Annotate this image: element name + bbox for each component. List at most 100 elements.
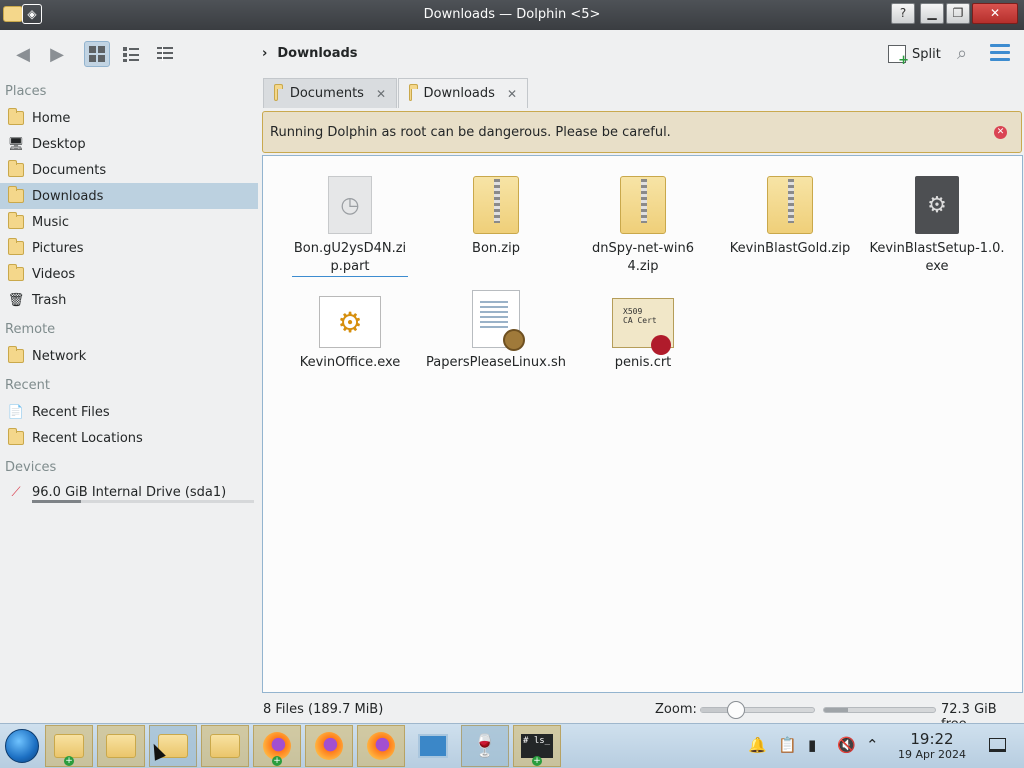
file-item[interactable]: ⚙ KevinBlastSetup-1.0.exe [867, 168, 1007, 276]
volume-muted-icon[interactable]: 🔇 [837, 736, 856, 754]
back-arrow-icon[interactable]: ◀ [10, 41, 36, 67]
sidebar-item-label: Downloads [32, 188, 104, 204]
hamburger-menu-icon[interactable] [990, 44, 1010, 65]
breadcrumb[interactable]: › Downloads [262, 46, 358, 61]
split-button[interactable]: Split [888, 45, 941, 68]
add-icon: + [64, 756, 74, 766]
file-name: PapersPleaseLinux.sh [426, 355, 566, 370]
places-panel: Places Home 🖥 Desktop Documents Download… [0, 78, 260, 700]
close-tab-icon[interactable]: ✕ [376, 87, 386, 101]
tab-downloads[interactable]: Downloads ✕ [398, 78, 528, 108]
free-space-fill [824, 708, 849, 712]
file-item[interactable]: Bon.zip [426, 168, 566, 258]
file-view[interactable]: ◷ Bon.gU2ysD4N.zip.part Bon.zip dnSpy-ne… [262, 155, 1023, 693]
network-icon [6, 346, 26, 365]
clock-time: 19:22 [910, 730, 954, 748]
task-firefox-3[interactable] [357, 725, 405, 767]
trash-icon: 🗑 [7, 292, 25, 308]
sidebar-item-label: Music [32, 214, 69, 230]
chevron-up-icon[interactable]: ⌃ [866, 736, 879, 754]
wine-executable-icon: ⚙ [319, 296, 381, 348]
file-item[interactable]: dnSpy-net-win64.zip [573, 168, 713, 276]
sidebar-item-recent-locations[interactable]: Recent Locations [0, 425, 258, 451]
file-name: KevinOffice.exe [299, 355, 401, 370]
toolbar: ◀ ▶ › Downloads Split ⌕ [0, 30, 1024, 78]
remote-desktop-icon [418, 734, 448, 758]
close-window-button[interactable]: ✕ [972, 3, 1018, 24]
task-folder-4[interactable] [201, 725, 249, 767]
pictures-icon [6, 238, 26, 257]
task-remote-desktop[interactable] [409, 725, 457, 767]
file-name: Bon.gU2ysD4N.zip.part [292, 240, 408, 277]
sidebar-item-videos[interactable]: Videos [0, 261, 258, 287]
close-icon[interactable]: ✕ [994, 126, 1007, 139]
file-name: penis.crt [614, 355, 672, 370]
clock[interactable]: 19:22 19 Apr 2024 [890, 730, 974, 761]
file-name: KevinBlastGold.zip [729, 241, 851, 256]
close-tab-icon[interactable]: ✕ [507, 87, 517, 101]
folder-icon [106, 734, 136, 758]
file-name: KevinBlastSetup-1.0.exe [869, 241, 1005, 274]
file-name: Bon.zip [472, 241, 520, 256]
maximize-button[interactable]: ❐ [946, 3, 970, 24]
sidebar-item-downloads[interactable]: Downloads [0, 183, 258, 209]
task-terminal[interactable]: # ls_ + [513, 725, 561, 767]
zoom-slider[interactable] [700, 701, 815, 719]
sidebar-item-label: Home [32, 110, 71, 126]
sidebar-item-recent-files[interactable]: 📄 Recent Files [0, 399, 258, 425]
file-item[interactable]: KevinBlastGold.zip [720, 168, 860, 258]
sidebar-item-network[interactable]: Network [0, 343, 258, 369]
cert-icon-text: X509 CA Cert [623, 307, 657, 325]
documents-icon [6, 160, 26, 179]
breadcrumb-current[interactable]: Downloads [277, 46, 357, 61]
icons-view-button[interactable] [84, 41, 110, 67]
zoom-slider-handle[interactable] [726, 701, 745, 719]
forward-arrow-icon[interactable]: ▶ [44, 41, 70, 67]
search-icon[interactable]: ⌕ [957, 43, 967, 64]
clipboard-icon[interactable]: 📋 [778, 736, 797, 754]
notifications-icon[interactable]: 🔔 [748, 736, 767, 754]
show-desktop-icon[interactable] [989, 738, 1006, 752]
sidebar-item-label: Recent Locations [32, 430, 143, 446]
details-view-button[interactable] [152, 41, 178, 67]
folder-icon [210, 734, 240, 758]
root-warning-banner: Running Dolphin as root can be dangerous… [262, 111, 1022, 153]
task-firefox-1[interactable]: + [253, 725, 301, 767]
battery-icon[interactable]: ▮ [808, 736, 816, 754]
sidebar-item-trash[interactable]: 🗑 Trash [0, 287, 258, 313]
tab-documents[interactable]: Documents ✕ [263, 78, 397, 108]
drive-usage-bar [32, 500, 254, 503]
shell-script-icon [472, 290, 525, 351]
sidebar-item-pictures[interactable]: Pictures [0, 235, 258, 261]
zip-archive-icon [620, 176, 666, 234]
task-folder-2[interactable] [97, 725, 145, 767]
sidebar-item-label: Recent Files [32, 404, 110, 420]
file-item[interactable]: X509 CA Cert penis.crt [573, 282, 713, 372]
help-button[interactable]: ? [891, 3, 915, 24]
sidebar-item-label: Trash [32, 292, 67, 308]
sidebar-item-documents[interactable]: Documents [0, 157, 258, 183]
warning-text: Running Dolphin as root can be dangerous… [270, 124, 671, 140]
firefox-icon [367, 732, 395, 760]
file-item[interactable]: ⚙ KevinOffice.exe [280, 282, 420, 372]
sidebar-item-music[interactable]: Music [0, 209, 258, 235]
sidebar-item-label: Pictures [32, 240, 84, 256]
file-item[interactable]: PapersPleaseLinux.sh [426, 282, 566, 372]
file-item[interactable]: ◷ Bon.gU2ysD4N.zip.part [280, 168, 420, 277]
partial-download-icon: ◷ [328, 176, 372, 234]
clock-date: 19 Apr 2024 [897, 748, 966, 761]
compact-view-button[interactable] [118, 41, 144, 67]
sidebar-item-label: Desktop [32, 136, 86, 152]
tab-label: Downloads [423, 86, 495, 101]
sidebar-item-home[interactable]: Home [0, 105, 258, 131]
sidebar-item-desktop[interactable]: 🖥 Desktop [0, 131, 258, 157]
minimize-button[interactable]: ▁ [920, 3, 944, 24]
task-firefox-2[interactable] [305, 725, 353, 767]
status-summary: 8 Files (189.7 MiB) [263, 702, 384, 717]
start-menu-icon[interactable] [5, 729, 39, 763]
task-folder-1[interactable]: + [45, 725, 93, 767]
videos-icon [6, 264, 26, 283]
file-name: dnSpy-net-win64.zip [592, 241, 694, 274]
task-wine[interactable]: 🍷 [461, 725, 509, 767]
wine-glass-icon: 🍷 [471, 733, 499, 759]
